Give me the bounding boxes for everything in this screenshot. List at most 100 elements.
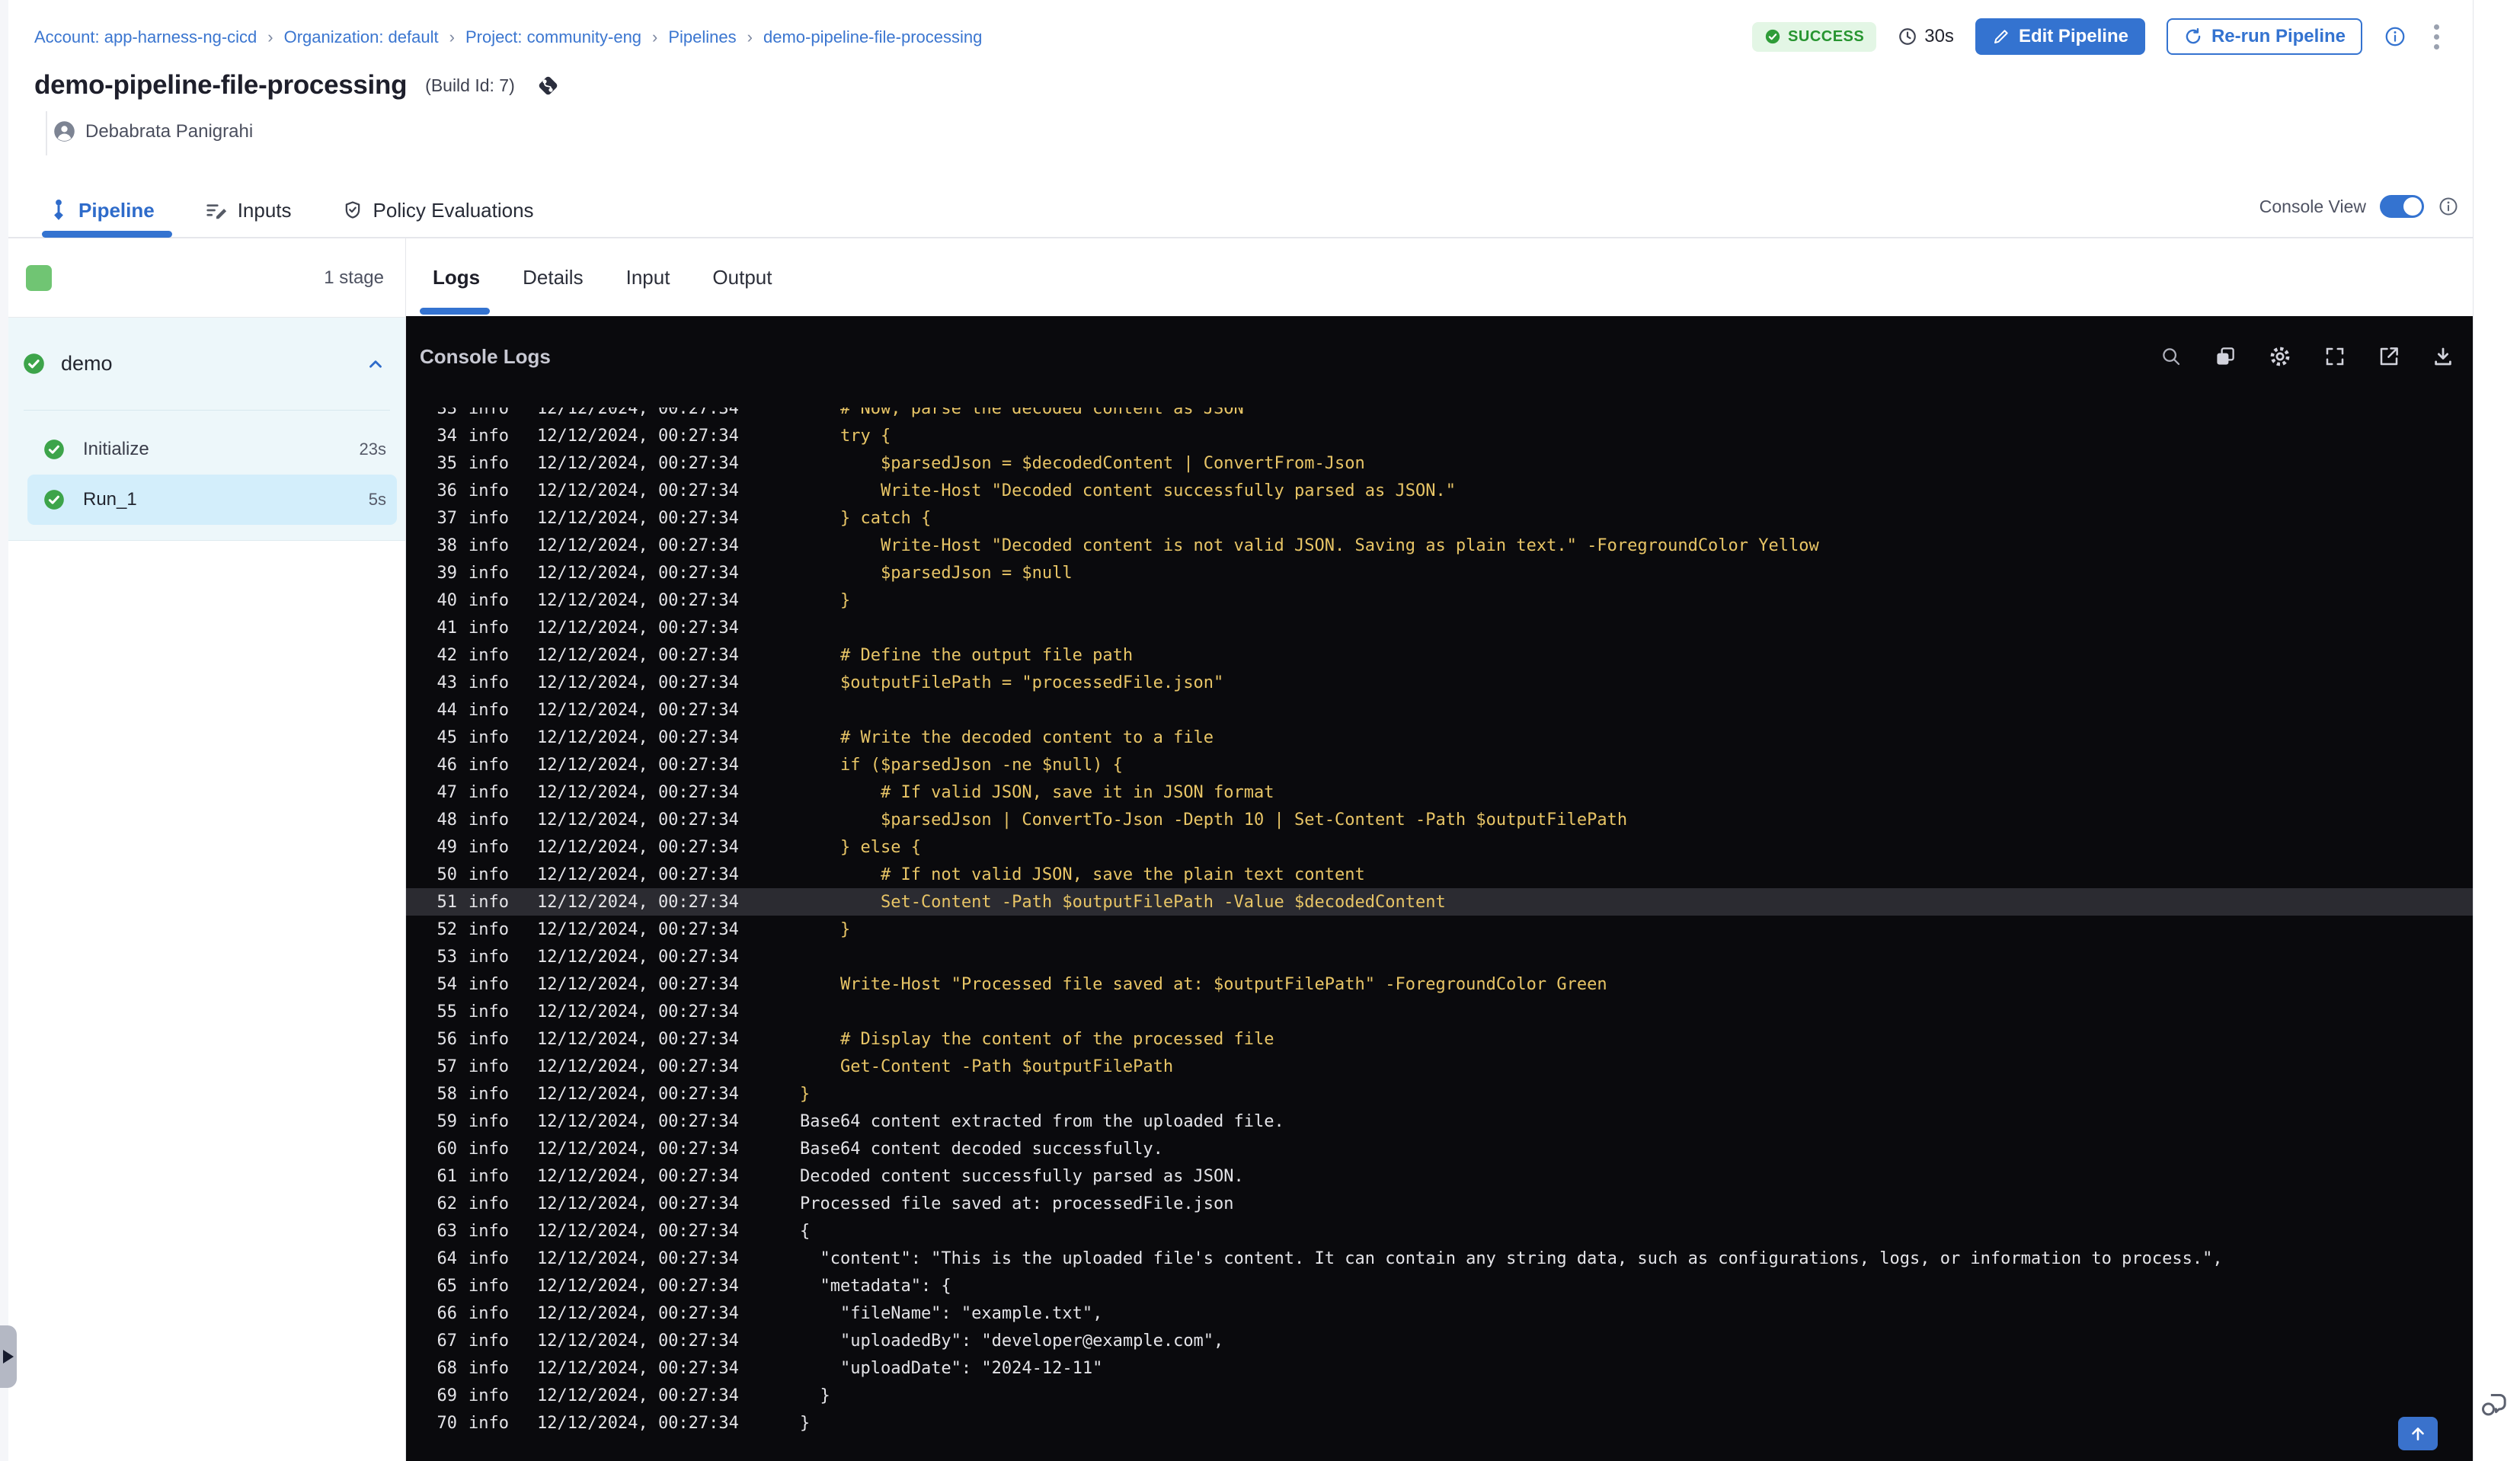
log-line: 46 info 12/12/2024, 00:27:34 if ($parsed… <box>406 751 2473 778</box>
log-line-number: 50 <box>437 865 458 884</box>
log-timestamp: 12/12/2024, 00:27:34 <box>537 1002 739 1021</box>
log-line: 57 info 12/12/2024, 00:27:34 Get-Content… <box>406 1053 2473 1080</box>
log-timestamp: 12/12/2024, 00:27:34 <box>537 1194 739 1213</box>
step-detail-tabs: Logs Details Input Output <box>406 238 2473 316</box>
tab-inputs-label: Inputs <box>237 198 292 222</box>
breadcrumb-organization[interactable]: Organization: default <box>284 27 439 47</box>
chat-bubbles-icon[interactable] <box>2479 1389 2509 1420</box>
log-line-number: 48 <box>437 810 458 830</box>
log-line: 42 info 12/12/2024, 00:27:34 # Define th… <box>406 641 2473 669</box>
log-level: info <box>469 700 509 720</box>
log-text: Write-Host "Decoded content is not valid… <box>800 535 1819 555</box>
download-icon[interactable] <box>2432 345 2454 368</box>
log-level: info <box>469 974 509 994</box>
log-line: 67 info 12/12/2024, 00:27:34 "uploadedBy… <box>406 1327 2473 1354</box>
log-viewport[interactable]: 33 info 12/12/2024, 00:27:34 # Now, pars… <box>406 408 2473 1461</box>
stage-count-row: 1 stage <box>8 238 405 318</box>
scroll-to-top-button[interactable] <box>2398 1417 2438 1450</box>
log-timestamp: 12/12/2024, 00:27:34 <box>537 892 739 912</box>
log-level: info <box>469 1029 509 1049</box>
tab-input[interactable]: Input <box>626 266 670 289</box>
log-line: 41 info 12/12/2024, 00:27:34 <box>406 614 2473 641</box>
step-run-1[interactable]: Run_1 5s <box>27 475 397 525</box>
tab-policy-evaluations[interactable]: Policy Evaluations <box>342 199 534 222</box>
build-id-label: (Build Id: 7) <box>425 75 515 95</box>
breadcrumb-pipelines[interactable]: Pipelines <box>668 27 736 47</box>
log-line: 60 info 12/12/2024, 00:27:34 Base64 cont… <box>406 1135 2473 1162</box>
rerun-pipeline-button[interactable]: Re-run Pipeline <box>2166 18 2362 55</box>
execution-sidebar: 1 stage demo Initialize 23s Run_1 5s <box>8 238 406 1461</box>
log-level: info <box>469 1413 509 1433</box>
tab-pipeline[interactable]: Pipeline <box>49 199 155 222</box>
log-level: info <box>469 1194 509 1213</box>
settings-gear-icon[interactable] <box>2268 344 2292 369</box>
expand-panel-handle[interactable] <box>0 1325 17 1388</box>
rerun-info-icon[interactable] <box>2384 25 2406 48</box>
step-initialize[interactable]: Initialize 23s <box>27 424 397 475</box>
more-options-menu[interactable] <box>2428 21 2445 53</box>
open-in-new-icon[interactable] <box>2378 345 2400 368</box>
log-level: info <box>469 408 509 418</box>
breadcrumb-account[interactable]: Account: app-harness-ng-cicd <box>34 27 257 47</box>
execution-actions: SUCCESS 30s Edit Pipeline Re-run Pipelin… <box>1752 18 2445 55</box>
log-timestamp: 12/12/2024, 00:27:34 <box>537 426 739 446</box>
edit-pipeline-button[interactable]: Edit Pipeline <box>1975 18 2145 55</box>
log-line: 39 info 12/12/2024, 00:27:34 $parsedJson… <box>406 559 2473 587</box>
stage-group-header[interactable]: demo <box>8 318 405 410</box>
edit-pipeline-label: Edit Pipeline <box>2018 26 2128 46</box>
log-line-number: 60 <box>437 1139 458 1159</box>
copy-icon[interactable] <box>2214 345 2237 368</box>
log-text: $outputFilePath = "processedFile.json" <box>800 673 1224 692</box>
log-line-number: 68 <box>437 1358 458 1378</box>
log-line-number: 47 <box>437 782 458 802</box>
log-timestamp: 12/12/2024, 00:27:34 <box>537 1276 739 1296</box>
tab-details[interactable]: Details <box>523 266 583 289</box>
log-line-number: 34 <box>437 426 458 446</box>
log-line: 62 info 12/12/2024, 00:27:34 Processed f… <box>406 1190 2473 1217</box>
log-timestamp: 12/12/2024, 00:27:34 <box>537 919 739 939</box>
log-level: info <box>469 865 509 884</box>
author-row: Debabrata Panigrahi <box>53 120 253 142</box>
console-view-info-icon[interactable] <box>2438 196 2459 217</box>
log-line: 36 info 12/12/2024, 00:27:34 Write-Host … <box>406 477 2473 504</box>
search-icon[interactable] <box>2160 345 2183 368</box>
log-line-number: 38 <box>437 535 458 555</box>
log-timestamp: 12/12/2024, 00:27:34 <box>537 1303 739 1323</box>
log-level: info <box>469 1248 509 1268</box>
log-line: 47 info 12/12/2024, 00:27:34 # If valid … <box>406 778 2473 806</box>
log-text: # Display the content of the processed f… <box>800 1029 1274 1049</box>
breadcrumb-separator: › <box>449 27 455 46</box>
tab-inputs[interactable]: Inputs <box>205 199 292 222</box>
log-text: } <box>800 590 851 610</box>
console-header: Console Logs <box>406 316 2473 408</box>
log-line-number: 40 <box>437 590 458 610</box>
step-success-icon <box>43 489 65 510</box>
log-text: "uploadDate": "2024-12-11" <box>800 1358 1103 1378</box>
log-line: 35 info 12/12/2024, 00:27:34 $parsedJson… <box>406 449 2473 477</box>
tab-output[interactable]: Output <box>712 266 772 289</box>
log-level: info <box>469 1221 509 1241</box>
fullscreen-icon[interactable] <box>2323 345 2346 368</box>
log-text: $parsedJson = $null <box>800 563 1073 583</box>
breadcrumb-current-pipeline[interactable]: demo-pipeline-file-processing <box>763 27 982 47</box>
log-line-number: 59 <box>437 1111 458 1131</box>
step-duration: 5s <box>368 490 386 509</box>
log-text: } catch { <box>800 508 932 528</box>
stage-minimap-square[interactable] <box>26 264 52 291</box>
log-level: info <box>469 892 509 912</box>
log-line: 53 info 12/12/2024, 00:27:34 <box>406 943 2473 970</box>
chevron-up-icon[interactable] <box>366 354 385 374</box>
git-diamond-icon[interactable] <box>533 71 562 100</box>
tab-logs[interactable]: Logs <box>433 266 480 289</box>
console-view-toggle[interactable] <box>2380 195 2424 218</box>
log-line: 49 info 12/12/2024, 00:27:34 } else { <box>406 833 2473 861</box>
log-stream: 33 info 12/12/2024, 00:27:34 # Now, pars… <box>406 408 2473 1437</box>
log-line: 52 info 12/12/2024, 00:27:34 } <box>406 916 2473 943</box>
breadcrumb-project[interactable]: Project: community-eng <box>465 27 641 47</box>
author-name: Debabrata Panigrahi <box>85 120 254 142</box>
log-text: { <box>800 1221 811 1241</box>
log-line: 58 info 12/12/2024, 00:27:34 } <box>406 1080 2473 1108</box>
log-level: info <box>469 453 509 473</box>
log-line: 68 info 12/12/2024, 00:27:34 "uploadDate… <box>406 1354 2473 1382</box>
log-text: # Define the output file path <box>800 645 1134 665</box>
